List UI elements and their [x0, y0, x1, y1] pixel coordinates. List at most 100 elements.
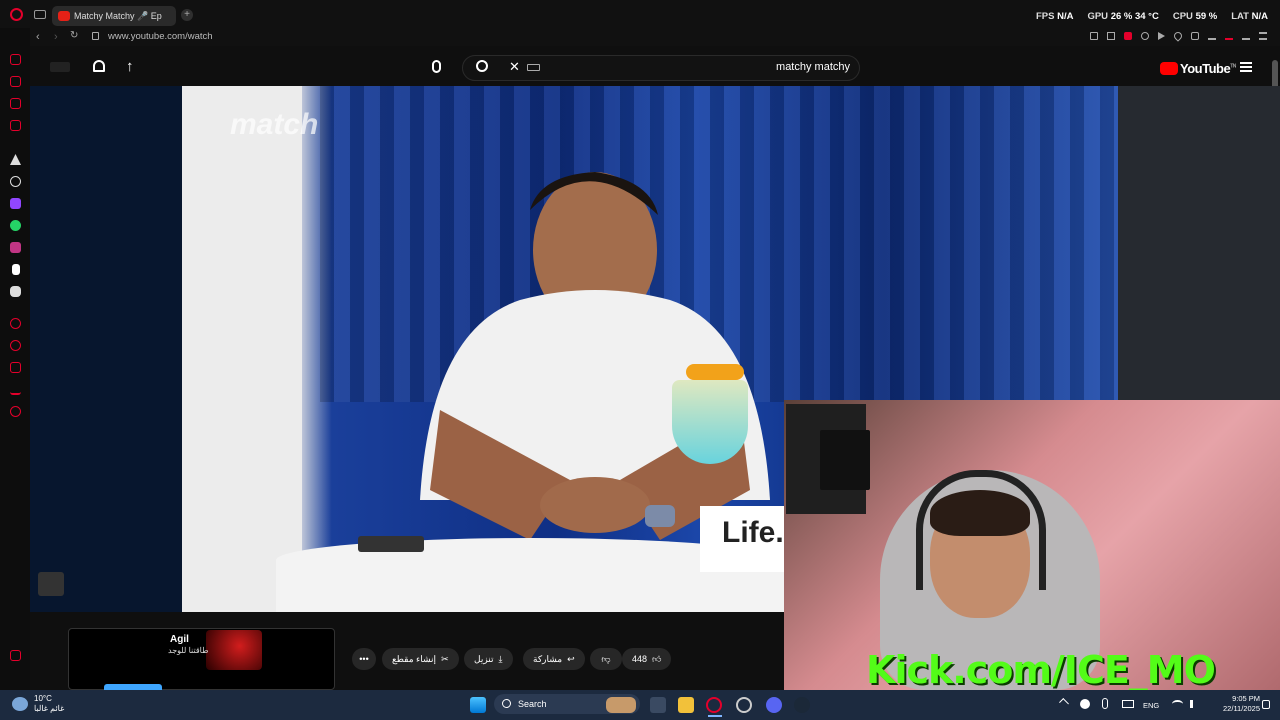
extensions-icon[interactable]	[1191, 32, 1199, 40]
discord-icon[interactable]	[766, 697, 782, 713]
mini-logo-icon[interactable]	[38, 572, 64, 596]
channel-avatar[interactable]	[50, 62, 70, 72]
translate-icon[interactable]	[1141, 32, 1149, 40]
active-app-indicator	[708, 715, 722, 717]
menu-icon[interactable]	[1240, 62, 1252, 72]
sidebar-history-icon[interactable]	[10, 54, 21, 65]
url-field[interactable]: www.youtube.com/watch	[108, 31, 213, 42]
back-icon[interactable]: ‹	[36, 31, 40, 43]
sidebar-downloads-icon[interactable]	[10, 384, 21, 395]
weather-text: غائم غالبا	[34, 704, 65, 713]
keyboard-tray-icon[interactable]	[1122, 700, 1134, 708]
watch	[645, 505, 675, 527]
keyboard-icon[interactable]	[527, 64, 540, 71]
downloads-red-icon[interactable]	[1225, 32, 1233, 40]
like-button[interactable]: 448 👍︎	[622, 648, 672, 670]
lock-icon	[92, 32, 99, 40]
dislike-button[interactable]: 👎︎	[590, 648, 622, 670]
download-icon[interactable]	[1208, 32, 1216, 40]
sidebar-settings-icon[interactable]	[10, 406, 21, 417]
sidebar-discord-icon[interactable]	[10, 286, 21, 297]
opera-logo-icon[interactable]	[10, 8, 23, 21]
save-icon[interactable]	[1242, 32, 1250, 40]
sidebar-aria-ai-icon[interactable]	[10, 154, 21, 165]
cpu-value: 59 %	[1195, 11, 1218, 22]
easy-setup-icon[interactable]	[1259, 32, 1267, 40]
snapshot-icon[interactable]	[1107, 32, 1115, 40]
clip-button[interactable]: إنشاء مقطع ✂	[382, 648, 459, 670]
weather-icon[interactable]	[12, 697, 28, 711]
gpu-stat: GPU 26 % 34 °C	[1087, 11, 1158, 22]
share-button[interactable]: مشاركة ↩	[523, 648, 585, 670]
opera-gx-taskbar-icon[interactable]	[706, 697, 722, 713]
cpu-label: CPU	[1172, 11, 1193, 22]
start-button-icon[interactable]	[470, 697, 486, 713]
headset	[916, 470, 1046, 590]
active-tab[interactable]: Matchy Matchy 🎤 Ep	[52, 6, 176, 26]
youtube-favicon-icon	[58, 11, 70, 21]
sidebar-twitch-icon[interactable]	[10, 198, 21, 209]
player-icon[interactable]	[1158, 32, 1165, 40]
volume-icon[interactable]	[1190, 700, 1200, 708]
sidebar-chatgpt-icon[interactable]	[10, 176, 21, 187]
sidebar-messages-icon[interactable]	[10, 98, 21, 109]
record-icon[interactable]	[1124, 32, 1132, 40]
more-actions-button[interactable]: •••	[352, 648, 376, 670]
guest-hands	[540, 477, 650, 533]
sidebar-tiktok-icon[interactable]	[12, 264, 20, 275]
upload-icon[interactable]: ↑	[126, 58, 134, 75]
youtube-logo-text: YouTube	[1180, 61, 1231, 76]
sidebar-cube-icon[interactable]	[10, 362, 21, 373]
video-side-panel	[1118, 86, 1280, 402]
clip-label: إنشاء مقطع	[392, 653, 437, 664]
sidebar-more-icon[interactable]	[10, 650, 21, 661]
chrome-icon[interactable]	[736, 697, 752, 713]
clock-date: 22/11/2025	[1223, 704, 1260, 713]
table-card: Life.	[700, 506, 786, 572]
youtube-logo[interactable]: YouTubeTN	[1160, 61, 1236, 76]
notification-bell-icon[interactable]	[1262, 700, 1270, 709]
download-label: تنزيل	[474, 653, 494, 664]
new-tab-button[interactable]: +	[181, 9, 193, 21]
clear-search-icon[interactable]: ✕	[509, 59, 520, 75]
search-icon[interactable]	[476, 60, 488, 72]
fps-value: N/A	[1057, 11, 1074, 22]
file-explorer-icon[interactable]	[678, 697, 694, 713]
sidebar-whatsapp-icon[interactable]	[10, 220, 21, 231]
scissors-icon: ✂	[441, 653, 449, 664]
ad-card[interactable]	[68, 628, 335, 690]
clock[interactable]: 9:05 PM 22/11/2025	[1223, 694, 1260, 714]
thumbs-up-icon: 👍︎	[652, 653, 662, 664]
lat-stat: LAT N/A	[1231, 11, 1268, 22]
download-arrow-icon: ⤓	[498, 653, 503, 664]
pin-icon[interactable]	[1090, 32, 1098, 40]
white-wall	[182, 86, 302, 612]
reload-icon[interactable]: ↻	[70, 30, 78, 41]
youtube-logo-suffix: TN	[1230, 63, 1236, 70]
sidebar-pinboard-icon[interactable]	[10, 318, 21, 329]
heart-icon[interactable]	[1172, 30, 1184, 42]
microphone-icon[interactable]	[1102, 698, 1108, 709]
workspaces-icon[interactable]	[34, 10, 46, 19]
sidebar-news-icon[interactable]	[10, 120, 21, 131]
search-highlight-icon[interactable]	[606, 697, 636, 713]
forward-icon[interactable]: ›	[54, 31, 58, 43]
voice-search-icon[interactable]	[432, 60, 441, 73]
temperature: 10°C	[34, 694, 52, 703]
tab-title: Matchy Matchy 🎤 Ep	[74, 10, 162, 21]
weather-widget[interactable]: 10°C غائم غالبا	[34, 694, 64, 714]
webcam-bag	[820, 430, 870, 490]
task-view-icon[interactable]	[650, 697, 666, 713]
steam-icon[interactable]	[794, 697, 810, 713]
wifi-icon[interactable]	[1172, 700, 1183, 708]
sidebar-aria-icon[interactable]	[10, 76, 21, 87]
sidebar-clock-icon[interactable]	[10, 340, 21, 351]
download-button[interactable]: تنزيل ⤓	[464, 648, 513, 670]
search-query-text[interactable]: matchy matchy	[740, 61, 850, 73]
notifications-icon[interactable]	[93, 60, 105, 72]
video-left-blur	[30, 86, 182, 612]
kick-channel-overlay: Kick.com/ICE_MO	[866, 648, 1216, 692]
tray-cloud-icon[interactable]	[1080, 699, 1090, 709]
sidebar-instagram-icon[interactable]	[10, 242, 21, 253]
language-indicator[interactable]: ENG	[1143, 701, 1159, 710]
